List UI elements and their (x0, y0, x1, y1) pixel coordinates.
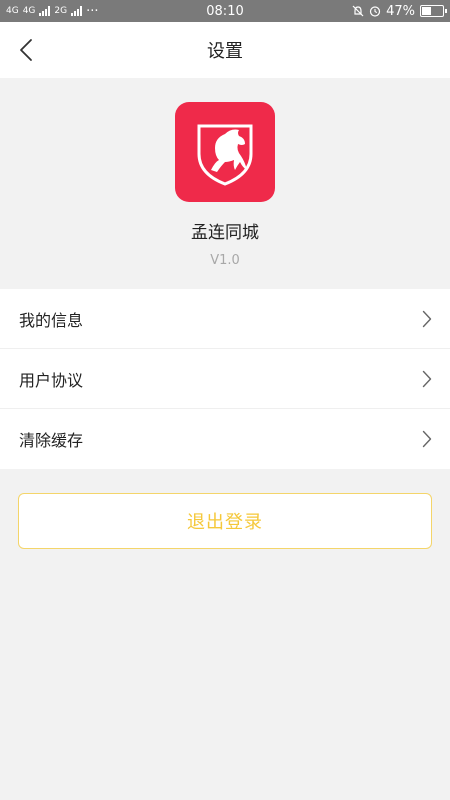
app-version: V1.0 (210, 253, 240, 268)
status-bar: 4G 4G 2G ··· 08:10 47% (0, 0, 450, 22)
horse-shield-icon (197, 124, 253, 186)
menu-item-clear-cache[interactable]: 清除缓存 (0, 409, 450, 469)
nav-bar: 设置 (0, 22, 450, 78)
signal-icon (39, 6, 51, 16)
battery-percent: 47% (386, 3, 415, 19)
menu-item-label: 用户协议 (19, 370, 84, 390)
network-type-label: 2G (54, 5, 68, 16)
network-type-label: 4G (6, 5, 19, 16)
battery-icon (420, 5, 447, 17)
menu-item-user-agreement[interactable]: 用户协议 (0, 349, 450, 409)
mute-icon (352, 5, 364, 17)
menu-item-my-info[interactable]: 我的信息 (0, 289, 450, 349)
chevron-right-icon (422, 310, 432, 327)
app-name: 孟连同城 (191, 223, 259, 243)
menu-item-label: 我的信息 (19, 310, 84, 330)
chevron-right-icon (422, 370, 432, 387)
status-left: 4G 4G 2G ··· (6, 5, 99, 18)
logout-button[interactable]: 退出登录 (18, 493, 432, 549)
back-button[interactable] (12, 36, 40, 64)
page-title: 设置 (207, 41, 243, 62)
menu-item-label: 清除缓存 (19, 431, 84, 450)
status-right: 47% (352, 3, 447, 19)
settings-menu: 我的信息 用户协议 清除缓存 (0, 289, 450, 469)
app-info: 孟连同城 V1.0 (0, 78, 450, 288)
battery-level (422, 7, 431, 15)
more-notifications-icon: ··· (86, 3, 99, 19)
signal-icon (71, 6, 83, 16)
chevron-right-icon (422, 430, 432, 448)
alarm-icon (369, 6, 381, 17)
chevron-left-icon (20, 39, 32, 61)
app-logo (175, 102, 275, 202)
network-type-label: 4G (22, 5, 36, 16)
